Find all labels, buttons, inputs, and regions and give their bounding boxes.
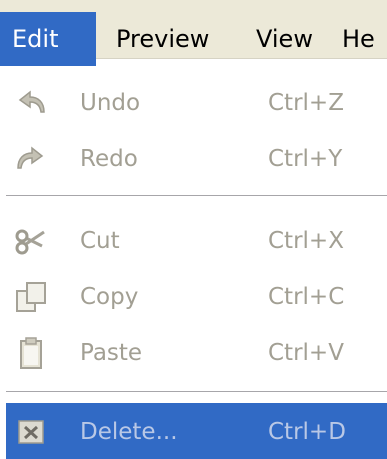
menu-help[interactable]: He	[326, 12, 387, 66]
copy-pages-icon	[16, 282, 46, 312]
menu-edit[interactable]: Edit	[0, 12, 96, 66]
redo-arrow-icon	[17, 146, 44, 169]
menu-separator	[6, 195, 387, 199]
menu-preview-label: Preview	[116, 25, 210, 53]
menu-preview[interactable]: Preview	[96, 12, 234, 66]
menu-help-label: He	[342, 25, 375, 53]
menu-view-label: View	[256, 25, 313, 53]
menu-item-redo[interactable]: Redo Ctrl+Y	[6, 130, 387, 186]
undo-arrow-icon	[18, 90, 45, 113]
menu-view[interactable]: View	[234, 12, 326, 66]
cut-shortcut: Ctrl+X	[268, 228, 344, 254]
clipboard-icon	[20, 337, 42, 369]
edit-menu-dropdown: Undo Ctrl+Z Redo Ctrl+Y Cut Ctrl+X Copy …	[6, 66, 387, 459]
undo-shortcut: Ctrl+Z	[268, 90, 344, 116]
menu-item-paste[interactable]: Paste Ctrl+V	[6, 324, 387, 380]
cut-label: Cut	[80, 228, 120, 254]
menu-edit-label: Edit	[12, 25, 59, 53]
delete-label: Delete...	[80, 419, 178, 445]
paste-shortcut: Ctrl+V	[268, 340, 344, 366]
undo-label: Undo	[80, 90, 141, 116]
menu-separator	[6, 391, 387, 395]
menu-item-copy[interactable]: Copy Ctrl+C	[6, 268, 387, 324]
menu-item-undo[interactable]: Undo Ctrl+Z	[6, 74, 387, 130]
delete-shortcut: Ctrl+D	[268, 419, 346, 445]
redo-shortcut: Ctrl+Y	[268, 146, 343, 172]
menu-bar: Edit Preview View He	[0, 0, 387, 66]
menu-item-cut[interactable]: Cut Ctrl+X	[6, 212, 387, 268]
copy-label: Copy	[80, 284, 139, 310]
redo-label: Redo	[80, 146, 138, 172]
delete-x-icon	[18, 420, 44, 444]
paste-label: Paste	[80, 340, 143, 366]
scissors-icon	[15, 229, 45, 255]
copy-shortcut: Ctrl+C	[268, 284, 345, 310]
menu-item-delete[interactable]: Delete... Ctrl+D	[6, 403, 387, 459]
